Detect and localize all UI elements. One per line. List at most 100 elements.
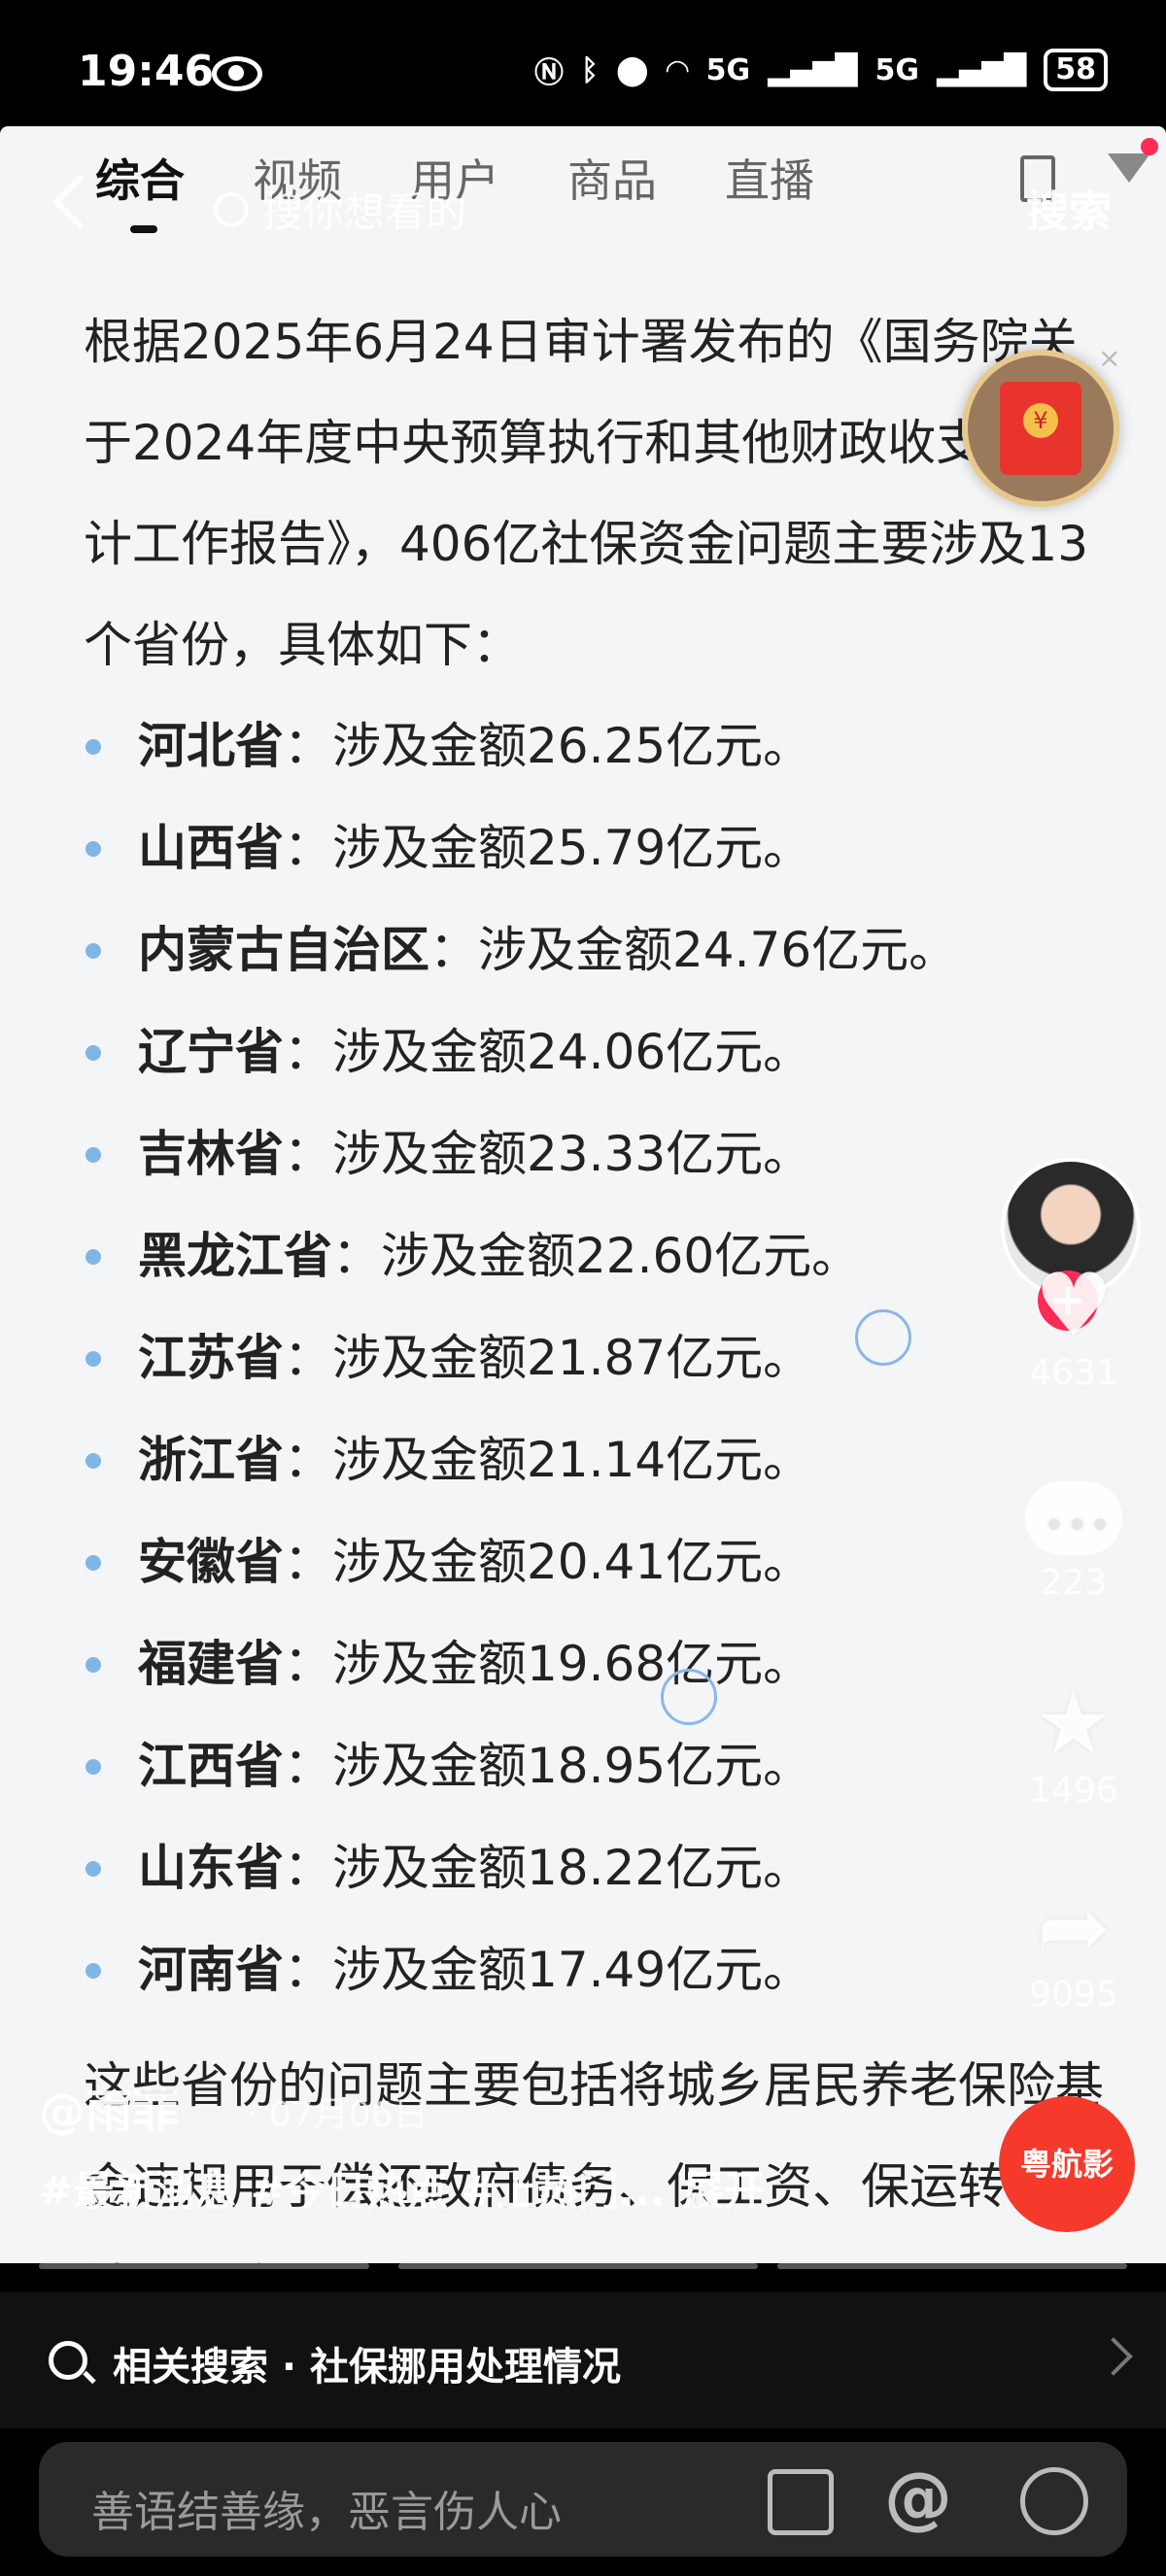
- progress-segment: [398, 2263, 758, 2269]
- favorite-button[interactable]: 1496: [1011, 1685, 1137, 1811]
- list-item: 内蒙古自治区：涉及金额24.76亿元。: [84, 899, 1104, 1001]
- search-button[interactable]: 搜索: [1026, 177, 1112, 239]
- province-name: 浙江省: [138, 1432, 284, 1488]
- video-content[interactable]: 综合 视频 用户 商品 直播 搜你想看的 搜索 根据2025年6月24日审计署发…: [0, 126, 1166, 2263]
- mention-icon[interactable]: @: [884, 2457, 952, 2537]
- amount-text: ：涉及金额23.33亿元。: [284, 1126, 812, 1182]
- province-name: 河南省: [138, 1942, 284, 1998]
- search-input[interactable]: 搜你想看的: [214, 180, 466, 239]
- progress-segment: [777, 2263, 1127, 2269]
- list-item: 河北省：涉及金额26.25亿元。: [84, 695, 1104, 797]
- amount-text: ：涉及金额21.87亿元。: [284, 1330, 812, 1386]
- amount-text: ：涉及金额24.76亿元。: [429, 922, 958, 978]
- bullet-icon: [86, 739, 101, 755]
- search-icon: [214, 191, 249, 227]
- wifi-icon: ◠: [666, 52, 689, 87]
- status-bar: 19:46 Ⓝ ᛒ ⬤ ◠ 5G ▂▄▆█ 5G ▂▄▆█ 58: [0, 0, 1166, 126]
- amount-text: ：涉及金额22.60亿元。: [332, 1228, 861, 1284]
- star-icon: [1030, 1685, 1117, 1763]
- signal-icon: ▂▄▆█: [936, 52, 1027, 87]
- filter-icon[interactable]: [1108, 153, 1150, 183]
- amount-text: ：涉及金额20.41亿元。: [284, 1534, 812, 1590]
- search-header: 综合 视频 用户 商品 直播 搜你想看的 搜索: [0, 126, 1166, 272]
- red-packet-button[interactable]: [962, 350, 1119, 507]
- bullet-icon: [86, 1861, 101, 1877]
- article-text: 根据2025年6月24日审计署发布的《国务院关于2024年度中央预算执行和其他财…: [84, 291, 1104, 2263]
- notification-dot: [1141, 138, 1158, 155]
- tab-general[interactable]: 综合: [95, 146, 185, 233]
- tab-products[interactable]: 商品: [567, 146, 657, 210]
- province-name: 江西省: [138, 1738, 284, 1794]
- bullet-icon: [86, 1657, 101, 1673]
- music-disc-button[interactable]: 粤航影: [999, 2096, 1135, 2232]
- share-icon: [1030, 1889, 1117, 1967]
- image-icon[interactable]: [768, 2469, 834, 2535]
- comment-count: 223: [1040, 1563, 1108, 1603]
- province-name: 吉林省: [138, 1126, 284, 1182]
- amount-text: ：涉及金额24.06亿元。: [284, 1024, 812, 1080]
- province-name: 福建省: [138, 1636, 284, 1692]
- comment-button[interactable]: 223: [1011, 1481, 1137, 1603]
- hashtag-text[interactable]: #最新消息 #今日热点 #上热门...: [39, 2167, 666, 2215]
- bullet-icon: [86, 1453, 101, 1469]
- list-item: 黑龙江省：涉及金额22.60亿元。: [84, 1205, 1104, 1307]
- bullet-icon: [86, 1759, 101, 1775]
- author-name[interactable]: @雨菲: [39, 2073, 179, 2141]
- list-item: 河南省：涉及金额17.49亿元。: [84, 1919, 1104, 2021]
- related-search-bar[interactable]: 相关搜索 · 社保挪用处理情况: [0, 2292, 1166, 2428]
- touch-indicator: [855, 1309, 911, 1366]
- list-item: 浙江省：涉及金额21.14亿元。: [84, 1409, 1104, 1511]
- bullet-icon: [86, 1963, 101, 1979]
- battery-indicator: 58: [1044, 49, 1108, 91]
- red-envelope-icon: [1000, 382, 1081, 475]
- province-name: 黑龙江省: [138, 1228, 332, 1284]
- nfc-icon: Ⓝ: [534, 56, 564, 90]
- signal-5g-label-2: 5G: [874, 52, 919, 87]
- province-name: 辽宁省: [138, 1024, 284, 1080]
- amount-text: ：涉及金额18.95亿元。: [284, 1738, 812, 1794]
- search-placeholder: 搜你想看的: [262, 188, 467, 236]
- amount-text: ：涉及金额17.49亿元。: [284, 1942, 812, 1998]
- list-item: 辽宁省：涉及金额24.06亿元。: [84, 1001, 1104, 1103]
- heart-icon: [1030, 1268, 1117, 1345]
- comment-input[interactable]: 善语结善缘，恶言伤人心: [91, 2477, 562, 2539]
- list-item: 吉林省：涉及金额23.33亿元。: [84, 1103, 1104, 1205]
- tab-live[interactable]: 直播: [725, 146, 814, 210]
- comment-bar[interactable]: 善语结善缘，恶言伤人心 @: [39, 2442, 1127, 2557]
- province-name: 江苏省: [138, 1330, 284, 1386]
- province-name: 山西省: [138, 820, 284, 876]
- list-item: 安徽省：涉及金额20.41亿元。: [84, 1511, 1104, 1613]
- related-search-text[interactable]: 相关搜索 · 社保挪用处理情况: [113, 2335, 621, 2391]
- amount-text: ：涉及金额21.14亿元。: [284, 1432, 812, 1488]
- list-item: 福建省：涉及金额19.68亿元。: [84, 1613, 1104, 1715]
- province-name: 山东省: [138, 1840, 284, 1896]
- bullet-icon: [86, 1351, 101, 1367]
- location-icon: ⬤: [616, 52, 649, 87]
- hashtags[interactable]: #最新消息 #今日热点 #上热门... 展开: [39, 2158, 765, 2218]
- article-tail: 这些省份的问题主要包括将城乡居民养老保险基金违规用于偿还政府债务、保工资、保运转…: [84, 2057, 1104, 2263]
- article-intro: 根据2025年6月24日审计署发布的《国务院关于2024年度中央预算执行和其他财…: [84, 314, 1089, 673]
- province-name: 内蒙古自治区: [138, 922, 429, 978]
- bullet-icon: [86, 1555, 101, 1571]
- expand-button[interactable]: 展开: [683, 2167, 765, 2215]
- bullet-icon: [86, 1249, 101, 1265]
- share-count: 9095: [1029, 1975, 1118, 2015]
- province-list: 河北省：涉及金额26.25亿元。 山西省：涉及金额25.79亿元。 内蒙古自治区…: [84, 695, 1104, 2021]
- emoji-icon[interactable]: [1020, 2467, 1088, 2535]
- amount-text: ：涉及金额19.68亿元。: [284, 1636, 812, 1692]
- close-icon[interactable]: ×: [1098, 342, 1120, 374]
- share-button[interactable]: 9095: [1011, 1889, 1137, 2015]
- search-icon: [49, 2341, 87, 2380]
- touch-indicator: [661, 1669, 717, 1725]
- list-item: 山西省：涉及金额25.79亿元。: [84, 797, 1104, 899]
- bluetooth-icon: ᛒ: [581, 52, 599, 87]
- bullet-icon: [86, 841, 101, 857]
- bullet-icon: [86, 1045, 101, 1061]
- list-item: 江苏省：涉及金额21.87亿元。: [84, 1307, 1104, 1409]
- amount-text: ：涉及金额25.79亿元。: [284, 820, 812, 876]
- clock: 19:46: [78, 47, 215, 96]
- favorite-count: 1496: [1029, 1771, 1118, 1811]
- chevron-right-icon: [1094, 2337, 1133, 2376]
- like-count: 4631: [1029, 1353, 1118, 1393]
- like-button[interactable]: 4631: [1011, 1268, 1137, 1393]
